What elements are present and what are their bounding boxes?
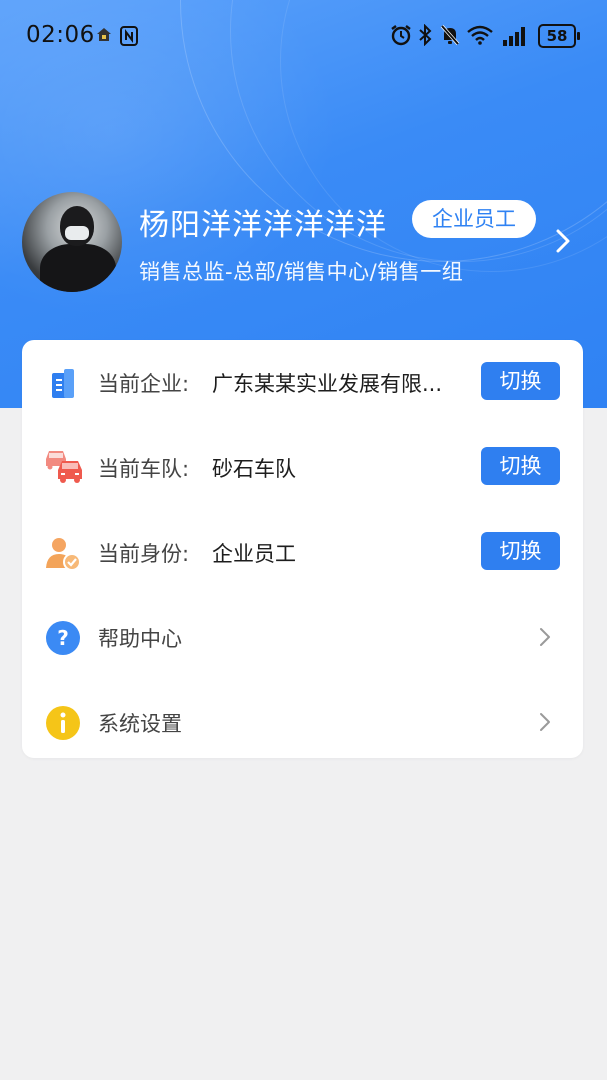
current-identity-row: 当前身份: 企业员工 切换: [22, 510, 583, 595]
switch-fleet-button[interactable]: 切换: [481, 447, 560, 485]
chevron-right-icon: [540, 628, 550, 646]
profile-section[interactable]: 杨阳洋洋洋洋洋洋 企业员工 销售总监-总部/销售中心/销售一组: [0, 190, 607, 300]
signal-icon: [503, 27, 525, 46]
identity-icon: [46, 538, 81, 571]
system-settings-row[interactable]: 系统设置: [22, 680, 583, 765]
switch-company-button[interactable]: 切换: [481, 362, 560, 400]
switch-identity-button[interactable]: 切换: [481, 532, 560, 570]
current-company-label: 当前企业:: [98, 372, 190, 396]
mute-icon: [440, 24, 460, 46]
current-fleet-value: 砂石车队: [212, 457, 296, 481]
current-company-value: 广东某某实业发展有限...: [212, 372, 443, 396]
alarm-icon: [391, 25, 411, 46]
status-bar: 02:06 58: [0, 0, 607, 72]
building-icon: [52, 369, 74, 398]
bluetooth-icon: [419, 24, 432, 46]
help-center-label: 帮助中心: [98, 627, 182, 651]
role-badge: 企业员工: [412, 200, 536, 238]
system-settings-label: 系统设置: [98, 712, 182, 736]
avatar[interactable]: [22, 192, 122, 292]
chevron-right-icon: [540, 713, 550, 731]
status-time: 02:06: [26, 22, 95, 48]
user-name: 杨阳洋洋洋洋洋洋: [139, 208, 387, 243]
nfc-icon: [120, 26, 138, 46]
chevron-right-icon[interactable]: [552, 226, 574, 256]
info-icon: [46, 706, 80, 740]
help-icon: ?: [46, 621, 80, 655]
svg-text:?: ?: [57, 626, 69, 650]
help-center-row[interactable]: ? 帮助中心: [22, 595, 583, 680]
current-company-row: 当前企业: 广东某某实业发展有限... 切换: [22, 340, 583, 425]
current-fleet-row: 当前车队: 砂石车队 切换: [22, 425, 583, 510]
home-app-icon: [97, 28, 111, 41]
current-identity-label: 当前身份:: [98, 542, 190, 566]
user-position: 销售总监-总部/销售中心/销售一组: [139, 260, 464, 284]
fleet-icon: [46, 451, 82, 483]
wifi-icon: [467, 25, 493, 45]
current-identity-value: 企业员工: [212, 542, 296, 566]
current-fleet-label: 当前车队:: [98, 457, 190, 481]
settings-card: 当前企业: 广东某某实业发展有限... 切换 当前车队: 砂石车队 切换 当前身…: [22, 340, 583, 758]
battery-icon: 58: [538, 24, 580, 48]
